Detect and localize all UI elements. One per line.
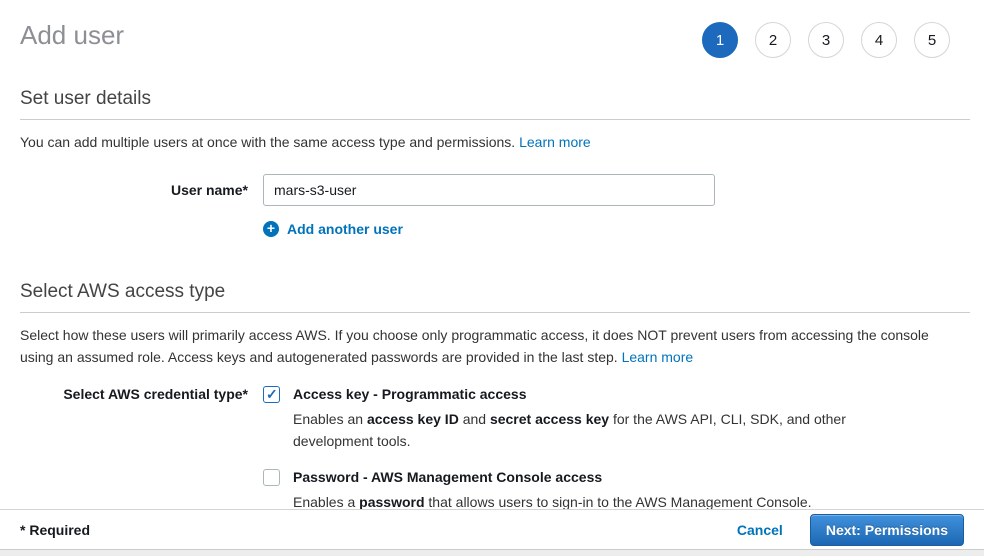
username-label: User name* [20, 174, 248, 206]
credential-choices: Access key - Programmatic access Enables… [263, 385, 851, 513]
next-permissions-button[interactable]: Next: Permissions [810, 514, 964, 546]
section-divider [20, 119, 970, 120]
username-input[interactable] [263, 174, 715, 206]
access-key-checkbox[interactable] [263, 386, 280, 403]
step-indicator: 1 2 3 4 5 [685, 22, 950, 58]
password-choice: Password - AWS Management Console access… [263, 468, 851, 513]
add-another-user-label: Add another user [287, 221, 403, 237]
step-3: 3 [808, 22, 844, 58]
page-bottom-strip [0, 549, 984, 556]
desc-segment: and [459, 411, 490, 427]
user-details-intro: You can add multiple users at once with … [20, 131, 964, 153]
step-1: 1 [702, 22, 738, 58]
username-row: User name* [20, 174, 964, 206]
credential-type-row: Select AWS credential type* Access key -… [20, 385, 964, 513]
section-divider [20, 312, 970, 313]
set-user-details-heading: Set user details [20, 88, 964, 110]
credential-type-label: Select AWS credential type* [20, 385, 248, 513]
access-key-description: Enables an access key ID and secret acce… [293, 408, 851, 452]
password-text: Password - AWS Management Console access… [293, 468, 812, 513]
desc-segment: that allows users to sign-in to the AWS … [425, 494, 812, 510]
access-type-heading: Select AWS access type [20, 281, 964, 303]
wizard-footer: * Required Cancel Next: Permissions [0, 509, 984, 549]
step-4: 4 [861, 22, 897, 58]
desc-segment-bold: password [359, 494, 424, 510]
access-type-intro: Select how these users will primarily ac… [20, 324, 964, 368]
password-title[interactable]: Password - AWS Management Console access [293, 468, 812, 487]
user-details-intro-text: You can add multiple users at once with … [20, 134, 515, 150]
cancel-link[interactable]: Cancel [737, 522, 783, 538]
access-key-text: Access key - Programmatic access Enables… [293, 385, 851, 452]
password-checkbox[interactable] [263, 469, 280, 486]
required-note: * Required [20, 522, 90, 538]
desc-segment: Enables a [293, 494, 359, 510]
step-2: 2 [755, 22, 791, 58]
step-5: 5 [914, 22, 950, 58]
access-type-learn-more-link[interactable]: Learn more [622, 349, 694, 365]
access-key-choice: Access key - Programmatic access Enables… [263, 385, 851, 452]
desc-segment-bold: secret access key [490, 411, 609, 427]
desc-segment: Enables an [293, 411, 367, 427]
desc-segment-bold: access key ID [367, 411, 459, 427]
user-details-learn-more-link[interactable]: Learn more [519, 134, 591, 150]
access-type-intro-text: Select how these users will primarily ac… [20, 327, 929, 365]
access-key-title[interactable]: Access key - Programmatic access [293, 385, 851, 404]
add-another-user-link[interactable]: + Add another user [263, 221, 403, 237]
plus-circle-icon: + [263, 221, 279, 237]
page-header: Add user 1 2 3 4 5 [20, 0, 964, 51]
